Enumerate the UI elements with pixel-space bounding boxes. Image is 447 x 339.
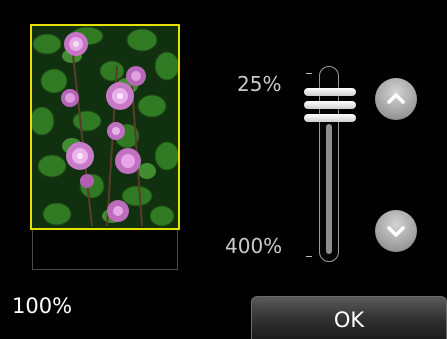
photo-preview-area	[30, 24, 182, 272]
slider-bottom-tick	[306, 256, 312, 257]
zoom-out-button[interactable]	[375, 210, 417, 252]
current-zoom-value: 100%	[12, 294, 73, 318]
thumb-grip-bar	[304, 114, 356, 122]
photo-preview	[30, 24, 180, 230]
ok-button[interactable]: OK	[251, 296, 447, 339]
slider-min-label: 25%	[237, 72, 282, 96]
zoom-in-button[interactable]	[375, 78, 417, 120]
zoom-slider-thumb[interactable]	[304, 88, 356, 122]
slider-top-tick	[306, 73, 312, 74]
chevron-down-icon	[387, 226, 405, 237]
chevron-up-icon	[387, 93, 405, 104]
photo-image	[32, 26, 178, 228]
thumb-grip-bar	[304, 88, 356, 96]
zoom-slider-fill	[326, 124, 332, 254]
thumb-grip-bar	[304, 101, 356, 109]
zoom-adjust-screen: 100% 25% 400% OK	[0, 0, 447, 339]
slider-max-label: 400%	[225, 234, 283, 258]
ok-button-label: OK	[333, 308, 365, 332]
